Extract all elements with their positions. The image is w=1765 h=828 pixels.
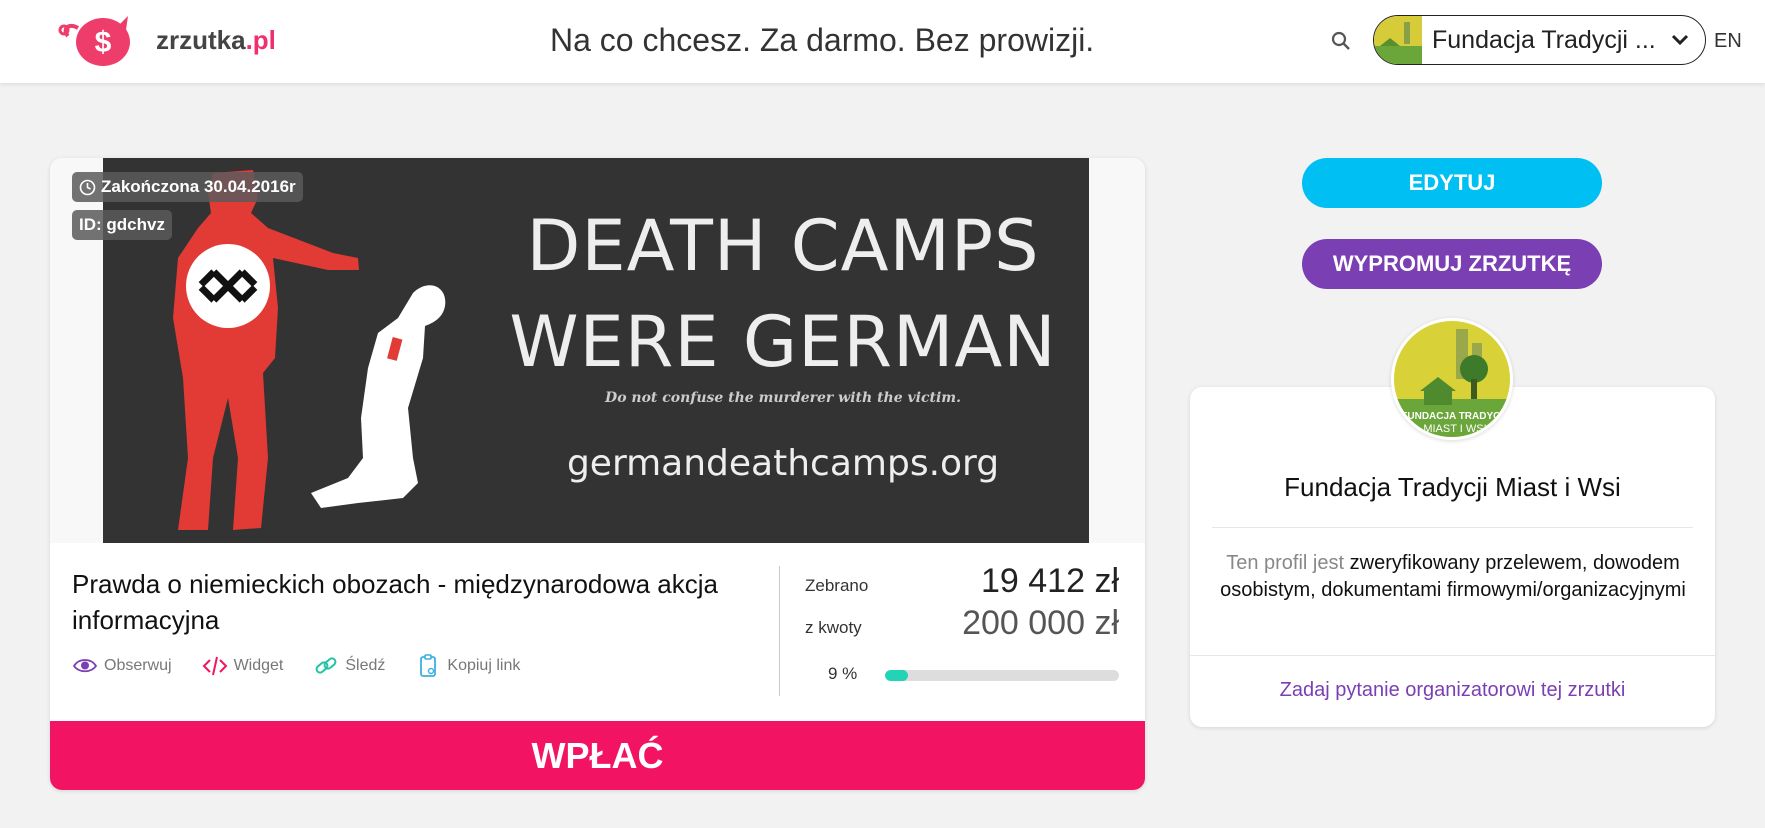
- clock-icon: [79, 179, 96, 195]
- edit-button[interactable]: EDYTUJ: [1302, 158, 1602, 208]
- link-icon: [315, 657, 337, 674]
- divider: [1190, 655, 1715, 656]
- track-button[interactable]: Śledź: [313, 653, 385, 679]
- site-logo[interactable]: $ zrzutka.pl: [58, 10, 276, 70]
- eye-icon: [72, 659, 98, 673]
- logo-wordmark: zrzutka.pl: [156, 24, 276, 55]
- organizer-avatar: FUNDACJA TRADYCJI MIAST I WSI: [1391, 318, 1513, 440]
- top-header: $ zrzutka.pl Na co chcesz. Za darmo. Bez…: [0, 0, 1765, 83]
- banner-image: DEATH CAMPS WERE GERMAN Do not confuse t…: [103, 158, 1089, 543]
- banner-headline: DEATH CAMPS WERE GERMAN: [509, 205, 1057, 383]
- campaign-card: DEATH CAMPS WERE GERMAN Do not confuse t…: [50, 158, 1145, 790]
- verification-note: Ten profil jest zweryfikowany przelewem,…: [1220, 552, 1686, 601]
- widget-button[interactable]: Widget: [202, 653, 283, 679]
- piggy-bank-logo-icon: $: [58, 16, 130, 66]
- chevron-down-icon: [1671, 34, 1689, 46]
- campaign-actions: Obserwuj Widget Śledź Kopiuj link: [72, 653, 520, 679]
- pay-button[interactable]: WPŁAĆ: [50, 721, 1145, 790]
- collected-amount: 19 412 zł: [981, 562, 1119, 600]
- svg-text:FUNDACJA TRADYCJI: FUNDACJA TRADYCJI: [1401, 411, 1509, 422]
- svg-text:$: $: [95, 26, 112, 59]
- clipboard-icon: [420, 654, 437, 677]
- ask-organizer-link[interactable]: Zadaj pytanie organizatorowi tej zrzutki: [1190, 679, 1715, 702]
- svg-text:MIAST I WSI: MIAST I WSI: [1423, 423, 1486, 435]
- site-tagline: Na co chcesz. Za darmo. Bez prowizji.: [550, 22, 1095, 58]
- campaign-banner: DEATH CAMPS WERE GERMAN Do not confuse t…: [50, 158, 1145, 543]
- progress-bar: [885, 670, 1119, 681]
- campaign-id-badge: ID: gdchvz: [72, 210, 172, 240]
- divider: [1212, 527, 1693, 528]
- search-icon[interactable]: [1330, 30, 1352, 52]
- campaign-ended-badge: Zakończona 30.04.2016r: [72, 172, 303, 202]
- organization-avatar-icon: [1374, 16, 1422, 64]
- account-dropdown[interactable]: Fundacja Tradycji ...: [1373, 15, 1706, 65]
- account-name: Fundacja Tradycji ...: [1432, 25, 1656, 54]
- stats-divider: [779, 566, 780, 696]
- watch-button[interactable]: Obserwuj: [72, 653, 172, 679]
- campaign-title: Prawda o niemieckich obozach - międzynar…: [72, 569, 718, 635]
- banner-subline: Do not confuse the murderer with the vic…: [605, 390, 961, 406]
- copy-link-button[interactable]: Kopiuj link: [415, 653, 520, 679]
- language-switch[interactable]: EN: [1714, 30, 1742, 53]
- code-icon: [202, 656, 227, 676]
- organizer-name: Fundacja Tradycji Miast i Wsi: [1284, 472, 1621, 502]
- goal-amount: 200 000 zł: [962, 604, 1119, 642]
- progress-percent: 9 %: [828, 664, 858, 683]
- goal-label: z kwoty: [805, 618, 862, 637]
- banner-url: germandeathcamps.org: [566, 443, 1000, 484]
- progress-bar-fill: [885, 670, 908, 681]
- collected-label: Zebrano: [805, 576, 869, 595]
- promote-button[interactable]: WYPROMUJ ZRZUTKĘ: [1302, 239, 1602, 289]
